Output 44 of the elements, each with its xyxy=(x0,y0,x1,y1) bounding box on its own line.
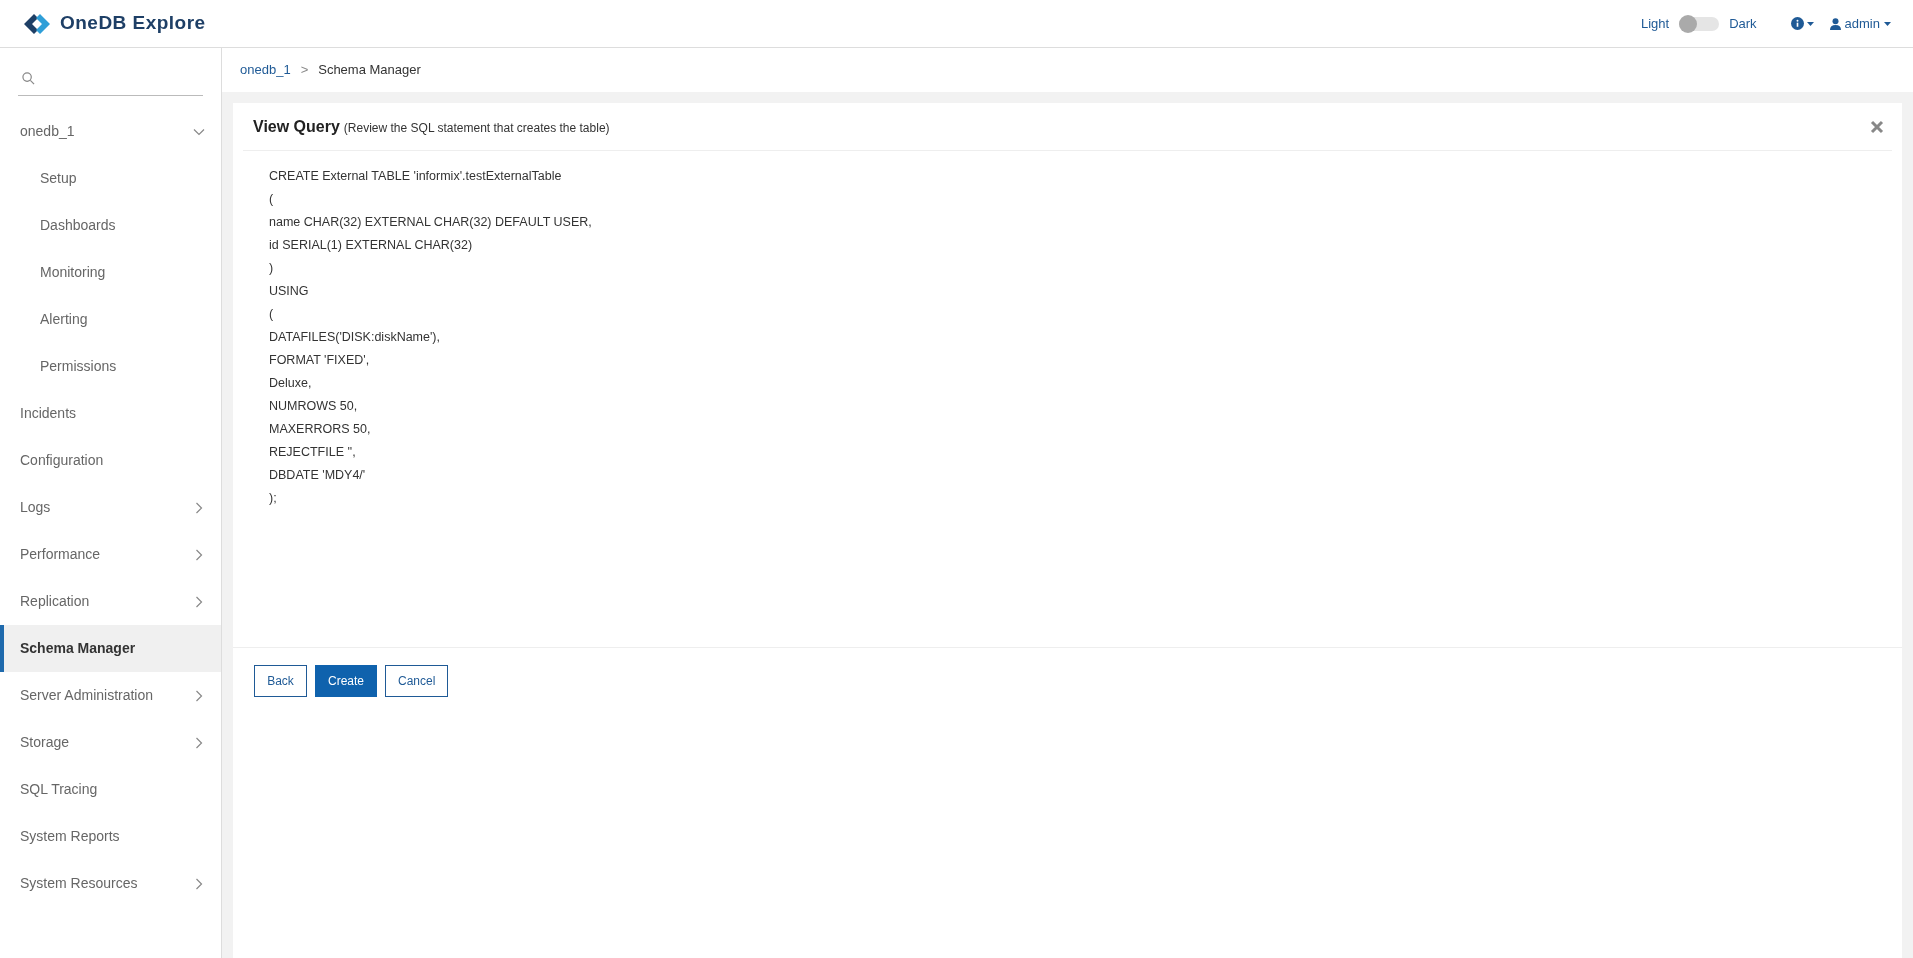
breadcrumb-link[interactable]: onedb_1 xyxy=(240,60,291,80)
sidebar-item[interactable]: Server Administration xyxy=(0,672,221,719)
sidebar-item[interactable]: onedb_1 xyxy=(0,108,221,155)
sidebar-item[interactable]: Alerting xyxy=(0,296,221,343)
breadcrumb-separator: > xyxy=(300,61,309,80)
sidebar-item[interactable]: Monitoring xyxy=(0,249,221,296)
sql-statement: CREATE External TABLE 'informix'.testExternalTable ( name CHAR(32) EXTERNAL CHAR(32) DEFAULT USER, id SERIAL(1) EXTERNAL CHAR(32) ) USING ( DATAFILES('DISK:diskName'), FORMAT 'FIXED', Deluxe, NUMROWS 50, MAXERRORS 50, REJECTFILE '', DBDATE 'MDY4/' ); xyxy=(233,151,1902,648)
logo-icon xyxy=(22,11,52,36)
chevron-right-icon xyxy=(193,877,205,890)
sidebar-item[interactable]: Storage xyxy=(0,719,221,766)
secondary-button[interactable]: Cancel xyxy=(385,665,449,697)
sidebar-item[interactable]: Incidents xyxy=(0,390,221,437)
user-icon xyxy=(1829,17,1841,30)
chevron-right-icon xyxy=(193,689,205,702)
sidebar-item[interactable]: Setup xyxy=(0,155,221,202)
info-menu-button[interactable] xyxy=(1790,17,1814,30)
caret-icon xyxy=(1806,21,1814,26)
chevron-right-icon xyxy=(193,736,205,749)
sidebar-item[interactable]: Permissions xyxy=(0,343,221,390)
chevron-right-icon xyxy=(193,501,205,514)
breadcrumb-current: Schema Manager xyxy=(318,61,421,80)
sidebar-item[interactable]: System Resources xyxy=(0,860,221,907)
sidebar-item[interactable]: Dashboards xyxy=(0,202,221,249)
primary-button[interactable]: Create xyxy=(315,665,378,697)
search-icon xyxy=(22,72,35,85)
info-icon xyxy=(1790,17,1804,30)
sidebar-item[interactable]: SQL Tracing xyxy=(0,766,221,813)
sidebar-item[interactable]: Schema Manager xyxy=(0,625,221,672)
sidebar-item[interactable]: Performance xyxy=(0,531,221,578)
app-title: OneDB Explore xyxy=(60,11,206,36)
secondary-button[interactable]: Back xyxy=(254,665,307,697)
sidebar-item[interactable]: System Reports xyxy=(0,813,221,860)
sidebar-item[interactable]: Logs xyxy=(0,484,221,531)
panel-subtitle: (Review the SQL statement that creates the table) xyxy=(343,119,610,137)
caret-icon xyxy=(1884,21,1891,26)
sidebar-item[interactable]: Replication xyxy=(0,578,221,625)
chevron-right-icon xyxy=(193,595,205,608)
sidebar-item[interactable]: Configuration xyxy=(0,437,221,484)
panel-title: View Query xyxy=(253,116,340,137)
theme-label: Dark xyxy=(1729,14,1757,33)
user-menu-button[interactable]: admin xyxy=(1829,13,1891,34)
chevron-right-icon xyxy=(193,548,205,561)
theme-toggle[interactable] xyxy=(1679,16,1720,31)
theme-label: Light xyxy=(1640,14,1670,33)
